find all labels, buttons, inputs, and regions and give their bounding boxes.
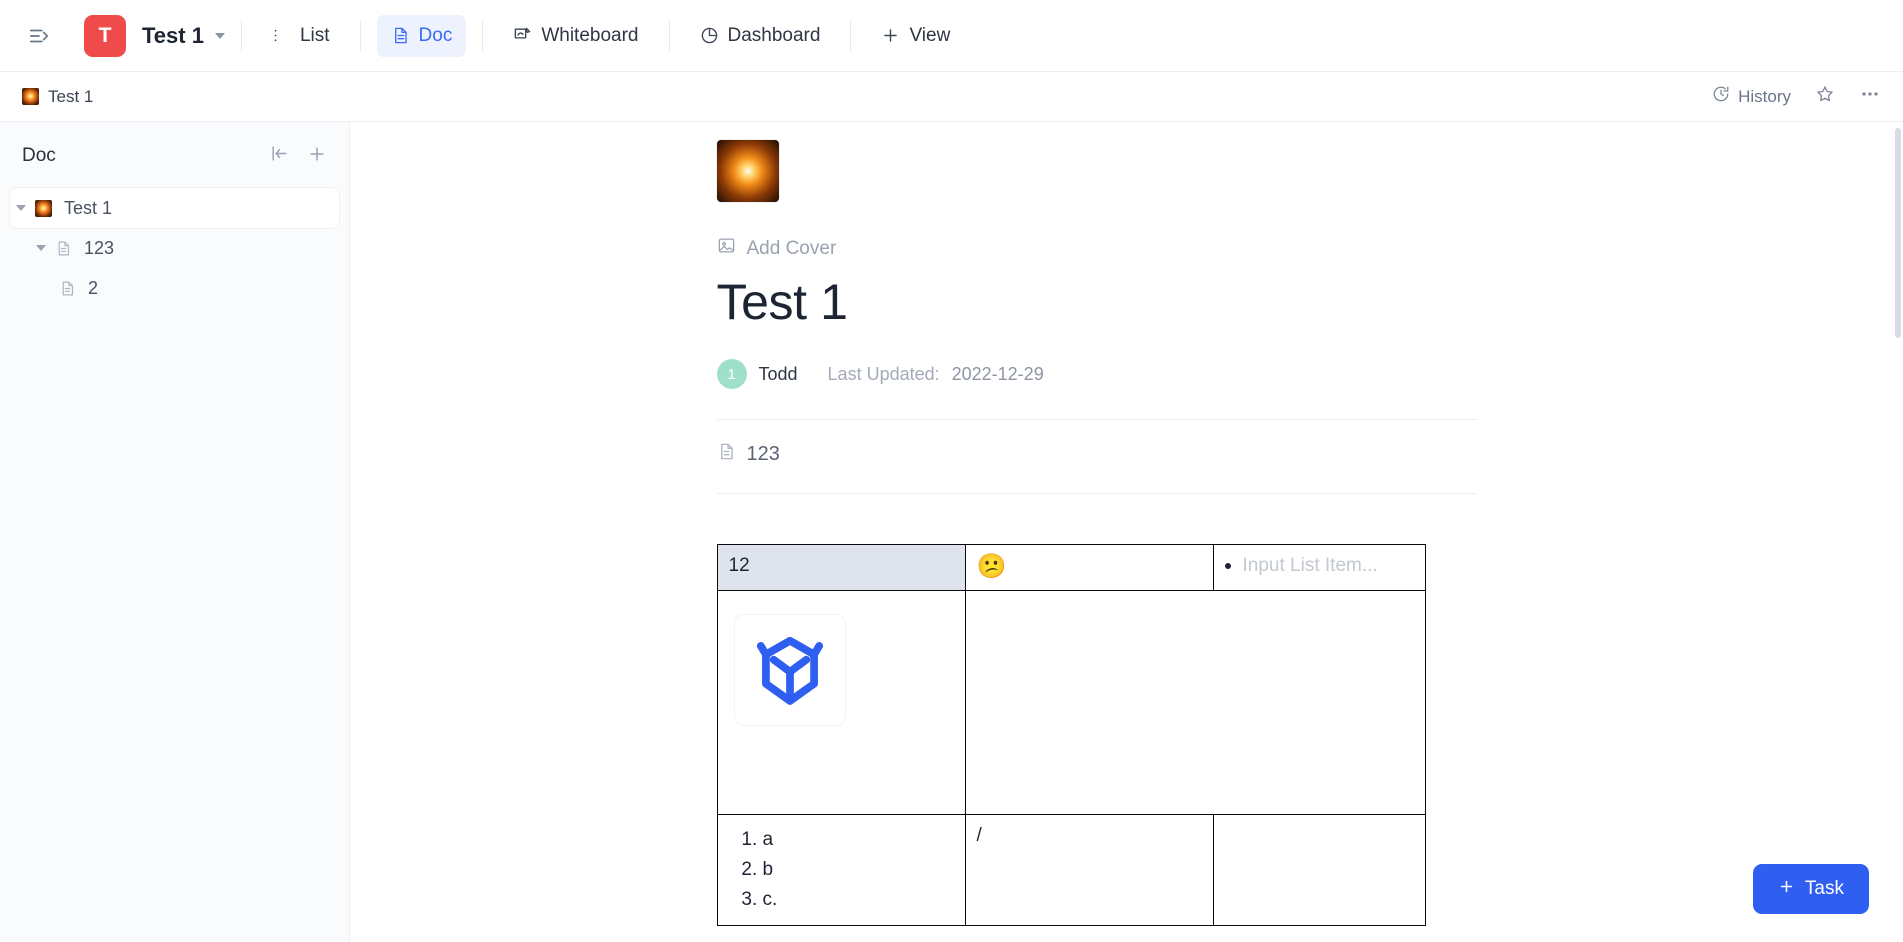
page-icon [717, 442, 736, 467]
ordered-list: a b c. [763, 825, 954, 915]
blue-cube-logo-icon[interactable] [735, 615, 845, 725]
firework-favicon [22, 88, 39, 105]
table-cell-r2c1[interactable] [716, 590, 966, 815]
divider [668, 20, 670, 51]
divider [482, 20, 484, 51]
table-cell-r3c1[interactable]: a b c. [716, 814, 966, 926]
subpage-label: 123 [746, 443, 780, 465]
table-cell-r2c2[interactable] [964, 590, 1426, 815]
divider [850, 20, 852, 51]
plus-icon [1778, 878, 1795, 901]
clock-history-icon [1712, 85, 1730, 108]
chevron-down-icon[interactable] [214, 32, 225, 39]
tab-add-view[interactable]: View [867, 15, 964, 57]
breadcrumb-actions: History [1712, 83, 1881, 110]
list-item: b [763, 855, 954, 885]
vertical-scrollbar[interactable] [1895, 128, 1901, 338]
tab-doc[interactable]: Doc [376, 14, 467, 57]
table-cell-r3c2[interactable]: / [964, 814, 1214, 926]
doc-tree: Test 1 123 2 [0, 182, 349, 308]
main-body: Doc Test 1 123 2 Add Cover Test 1 1 Todd… [0, 122, 1903, 942]
collapse-left-icon[interactable] [270, 144, 289, 168]
list-icon [272, 26, 291, 45]
sidebar-item-label: Test 1 [64, 197, 113, 218]
plus-icon[interactable] [307, 144, 327, 169]
sidebar-header: Doc [0, 130, 349, 182]
list-item: c. [763, 885, 954, 915]
tab-list[interactable]: List [258, 15, 344, 57]
sidebar-item-123[interactable]: 123 [10, 228, 339, 268]
plus-icon [881, 26, 900, 45]
table-row [716, 590, 1426, 815]
divider [716, 493, 1477, 494]
sidebar-item-label: 123 [84, 237, 115, 258]
doc-canvas: Add Cover Test 1 1 Todd Last Updated: 20… [350, 122, 1903, 942]
tab-label: Doc [418, 24, 453, 46]
table-cell-r1c2[interactable]: 😕 [964, 544, 1214, 591]
last-updated-value: 2022-12-29 [951, 363, 1044, 384]
whiteboard-icon [513, 26, 532, 45]
history-label: History [1738, 86, 1791, 106]
list-item: a [763, 825, 954, 855]
add-cover-label: Add Cover [746, 237, 837, 259]
twisty-icon[interactable] [10, 205, 32, 211]
ellipsis-icon[interactable] [1859, 83, 1881, 110]
space-name[interactable]: Test 1 [142, 23, 204, 49]
sidebar-expand-icon[interactable] [22, 19, 56, 53]
page-icon [56, 280, 78, 297]
tab-label: List [299, 24, 330, 46]
doc-sidebar: Doc Test 1 123 2 [0, 122, 350, 942]
doc-meta: 1 Todd Last Updated: 2022-12-29 [716, 359, 1477, 389]
star-icon[interactable] [1815, 84, 1835, 109]
twisty-icon[interactable] [30, 245, 52, 251]
divider [359, 20, 361, 51]
table-row: 12 😕 Input List Item... [716, 544, 1426, 591]
add-task-label: Task [1804, 878, 1844, 899]
list-item-placeholder: Input List Item... [1242, 555, 1378, 576]
sidebar-item-2[interactable]: 2 [10, 268, 339, 308]
doc-content: Add Cover Test 1 1 Todd Last Updated: 20… [716, 122, 1477, 926]
space-logo[interactable]: T [84, 14, 126, 57]
table-row: a b c. / [716, 814, 1426, 926]
tab-whiteboard[interactable]: Whiteboard [499, 15, 652, 57]
breadcrumb-label: Test 1 [48, 86, 94, 106]
table-cell-r1c3[interactable]: Input List Item... [1212, 544, 1426, 591]
page-icon [52, 240, 74, 257]
firework-doc-icon[interactable] [716, 140, 779, 202]
breadcrumb[interactable]: Test 1 [22, 87, 93, 107]
table-cell-r1c1[interactable]: 12 [716, 544, 966, 591]
divider [716, 419, 1477, 420]
tab-label: View [909, 24, 951, 46]
subpage-link[interactable]: 123 [717, 442, 1477, 467]
add-task-button[interactable]: Task [1752, 864, 1869, 914]
firework-favicon [32, 199, 54, 217]
table-cell-r3c3[interactable] [1212, 814, 1426, 926]
author-name: Todd [758, 363, 798, 384]
sidebar-item-label: 2 [88, 277, 99, 298]
confused-face-emoji: 😕 [976, 553, 1007, 580]
tab-label: Dashboard [727, 24, 821, 46]
tab-label: Whiteboard [541, 24, 639, 46]
dashboard-icon [700, 26, 719, 45]
history-button[interactable]: History [1712, 85, 1791, 108]
breadcrumb-bar: Test 1 History [0, 72, 1903, 122]
top-bar: T Test 1 List Doc Whiteboard Dashboard V… [0, 0, 1903, 72]
doc-icon [391, 26, 410, 45]
avatar[interactable]: 1 [716, 359, 747, 389]
bullet-dot-icon [1224, 563, 1231, 569]
page-title: Test 1 [716, 274, 848, 330]
last-updated-label: Last Updated: [827, 363, 940, 384]
sidebar-item-test-1[interactable]: Test 1 [10, 188, 339, 228]
tab-dashboard[interactable]: Dashboard [686, 15, 835, 57]
doc-table: 12 😕 Input List Item... 1. a 2. b 3. c. … [716, 544, 1426, 926]
image-icon [717, 236, 736, 261]
sidebar-title: Doc [22, 145, 56, 166]
divider [240, 20, 242, 51]
add-cover-button[interactable]: Add Cover [717, 236, 837, 261]
sidebar-actions [270, 144, 327, 169]
